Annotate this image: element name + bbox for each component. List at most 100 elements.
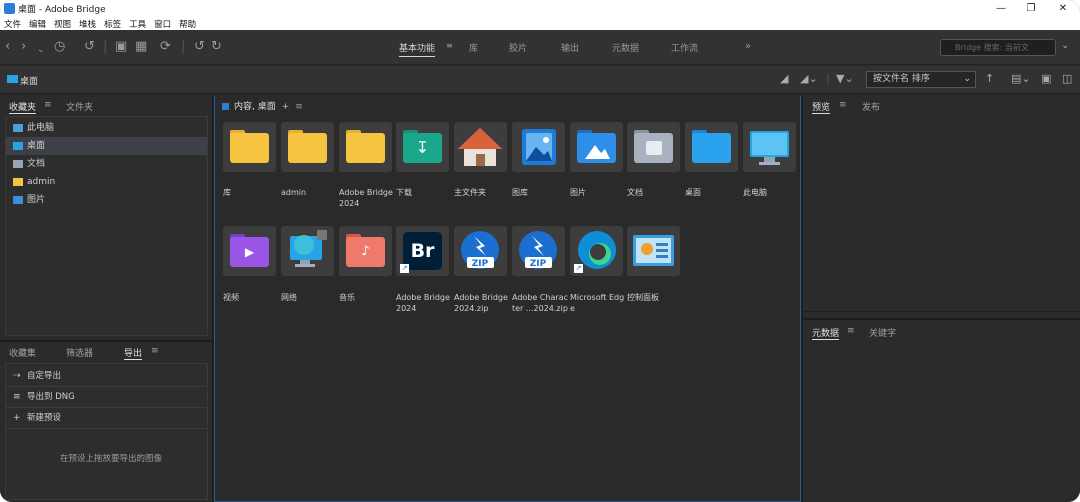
shortcut-arrow-icon: ↗ — [574, 264, 583, 273]
tab-metadata[interactable]: 元数据 — [812, 326, 840, 340]
vertical-divider[interactable] — [212, 96, 214, 502]
thumbnail-this-pc[interactable] — [743, 122, 796, 172]
tab-collections[interactable]: 收藏集 — [9, 346, 36, 359]
workspace-menu-icon[interactable]: ≡ — [446, 41, 453, 50]
menu-label[interactable]: 标签 — [104, 18, 121, 30]
chevron-down-icon[interactable]: ⌄ — [37, 41, 45, 59]
trash-icon[interactable]: ◫ — [1062, 72, 1072, 85]
item-label: Adobe Bridge 2024 — [396, 293, 450, 313]
filter-icon[interactable]: ▼⌄ — [836, 72, 854, 85]
more-workspaces-icon[interactable]: » — [745, 41, 751, 52]
tab-menu-icon[interactable]: ≡ — [847, 326, 855, 336]
path-breadcrumb[interactable]: 桌面 — [20, 74, 38, 87]
search-input[interactable]: Bridge 搜索: 当前文 — [940, 39, 1056, 56]
thumbnail-desktop[interactable] — [685, 122, 738, 172]
rotate-right-icon[interactable]: ↻ — [211, 38, 222, 56]
workspace-metadata[interactable]: 元数据 — [612, 41, 639, 54]
back-icon[interactable]: ‹ — [5, 38, 10, 56]
tab-export[interactable]: 导出 — [124, 346, 143, 360]
tab-filter[interactable]: 筛选器 — [66, 346, 93, 359]
thumbnail-edge[interactable]: ↗ — [570, 226, 623, 276]
zip-icon: ZIP — [519, 231, 557, 269]
minimize-button[interactable]: — — [986, 0, 1016, 17]
sort-ascending-icon[interactable]: ↑ — [985, 72, 994, 85]
close-button[interactable]: ✕ — [1048, 0, 1078, 17]
title-bar: 桌面 - Adobe Bridge — ❐ ✕ — [0, 0, 1080, 17]
workspace-workflow[interactable]: 工作流 — [671, 41, 698, 54]
export-list: ⇢ 自定导出 ≡ 导出到 DNG + 新建预设 在预设上拖放要导出的图像 — [5, 363, 208, 500]
thumbnail-library[interactable] — [223, 122, 276, 172]
thumbnail-adobe-bridge-folder[interactable] — [339, 122, 392, 172]
thumbnail-character-zip[interactable]: ZIP — [512, 226, 565, 276]
quality-icon[interactable]: ◢ — [780, 72, 788, 85]
panel-divider[interactable] — [803, 318, 1080, 320]
thumbnail-control-panel[interactable] — [627, 226, 680, 276]
workspace-output[interactable]: 输出 — [561, 41, 579, 54]
menu-edit[interactable]: 编辑 — [29, 18, 46, 30]
sidebar-item-this-pc[interactable]: 此电脑 — [6, 119, 207, 137]
menu-tools[interactable]: 工具 — [129, 18, 146, 30]
thumbnail-home[interactable] — [454, 122, 507, 172]
menu-window[interactable]: 窗口 — [154, 18, 171, 30]
thumbnail-downloads[interactable]: ↧ — [396, 122, 449, 172]
tab-keywords[interactable]: 关键字 — [869, 326, 896, 339]
list-icon: ≡ — [13, 392, 21, 402]
new-folder-icon[interactable]: ▣ — [1041, 72, 1051, 85]
content-tab-marker — [222, 103, 229, 110]
item-label: Adobe Character ...2024.zip — [512, 293, 568, 313]
tab-favorites[interactable]: 收藏夹 — [9, 100, 37, 114]
thumbnail-admin[interactable] — [281, 122, 334, 172]
rotate-left-icon[interactable]: ↺ — [194, 38, 205, 56]
sort-dropdown[interactable]: 按文件名 排序 ⌄ — [866, 71, 976, 88]
sidebar-item-pictures[interactable]: 图片 — [6, 191, 207, 209]
maximize-button[interactable]: ❐ — [1016, 0, 1046, 17]
favorites-tabs: 收藏夹 ≡ 文件夹 — [0, 96, 212, 116]
menu-help[interactable]: 帮助 — [179, 18, 196, 30]
workspace-filmstrip[interactable]: 胶片 — [509, 41, 527, 54]
export-dng[interactable]: ≡ 导出到 DNG — [6, 387, 207, 408]
forward-icon[interactable]: › — [21, 38, 26, 56]
open-recent-icon[interactable]: ▤⌄ — [1011, 72, 1031, 85]
vertical-divider[interactable] — [801, 96, 803, 502]
gallery-icon — [522, 129, 556, 165]
sidebar-item-admin[interactable]: admin — [6, 173, 207, 191]
home-icon — [458, 128, 502, 166]
camera-icon[interactable]: ▣ — [115, 38, 127, 56]
desktop-icon — [13, 142, 23, 150]
rating-filter-icon[interactable]: ◢⌄ — [800, 72, 818, 85]
tab-publish[interactable]: 发布 — [862, 100, 880, 113]
tab-folders[interactable]: 文件夹 — [66, 100, 93, 113]
tab-menu-icon[interactable]: ≡ — [295, 102, 303, 112]
tab-menu-icon[interactable]: ≡ — [44, 100, 52, 110]
thumbnail-network[interactable] — [281, 226, 334, 276]
menu-stack[interactable]: 堆栈 — [79, 18, 96, 30]
refine-icon[interactable]: ▦ — [135, 38, 147, 56]
menu-view[interactable]: 视图 — [54, 18, 71, 30]
return-icon[interactable]: ↺ — [84, 38, 95, 56]
new-preset[interactable]: + 新建预设 — [6, 408, 207, 429]
sidebar-item-documents[interactable]: 文档 — [6, 155, 207, 173]
tab-menu-icon[interactable]: ≡ — [839, 100, 847, 110]
thumbnail-documents[interactable] — [627, 122, 680, 172]
thumbnail-gallery[interactable] — [512, 122, 565, 172]
sync-icon[interactable]: ⟳ — [160, 38, 171, 56]
menu-file[interactable]: 文件 — [4, 18, 21, 30]
workspace-library[interactable]: 库 — [469, 41, 478, 54]
export-custom[interactable]: ⇢ 自定导出 — [6, 366, 207, 387]
thumbnail-music[interactable]: ♪ — [339, 226, 392, 276]
thumbnail-bridge-shortcut[interactable]: Br ↗ — [396, 226, 449, 276]
tab-menu-icon[interactable]: ≡ — [151, 346, 159, 356]
thumbnail-videos[interactable]: ▶ — [223, 226, 276, 276]
content-tab[interactable]: 内容, 桌面 + ≡ — [222, 99, 303, 112]
thumbnail-bridge-zip[interactable]: ZIP — [454, 226, 507, 276]
workspace-essentials[interactable]: 基本功能 — [399, 41, 436, 57]
thumbnail-pictures[interactable] — [570, 122, 623, 172]
sidebar-item-desktop[interactable]: 桌面 — [6, 137, 207, 155]
network-icon — [290, 230, 327, 267]
add-tab-icon[interactable]: + — [282, 102, 290, 112]
tab-preview[interactable]: 预览 — [812, 100, 831, 114]
item-label: 图片 — [570, 188, 586, 197]
divider: | — [826, 72, 830, 85]
search-chevron-icon[interactable]: ⌄ — [1061, 40, 1069, 51]
recent-icon[interactable]: ◷ — [54, 38, 65, 56]
